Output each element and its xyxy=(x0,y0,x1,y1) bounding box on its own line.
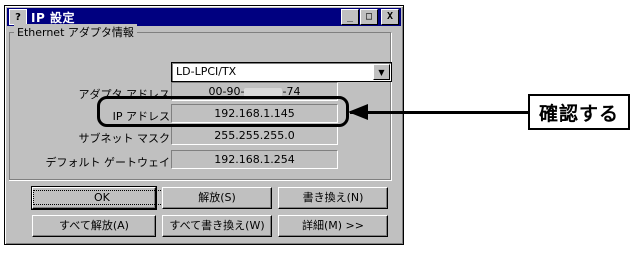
renew-all-button[interactable]: すべて書き換え(W) xyxy=(162,215,272,237)
window-controls: _ □ X xyxy=(340,9,399,25)
minimize-button[interactable]: _ xyxy=(341,9,359,25)
adapter-select[interactable]: LD-LPCI/TX ▼ xyxy=(171,62,392,82)
ok-button[interactable]: OK xyxy=(31,186,171,210)
ip-highlight-frame xyxy=(97,96,349,127)
default-gateway-label: デフォルト ゲートウェイ xyxy=(45,156,171,169)
release-button[interactable]: 解放(S) xyxy=(162,187,272,209)
subnet-mask-field: 255.255.255.0 xyxy=(171,126,338,145)
callout-label: 確認する xyxy=(528,94,630,130)
details-button[interactable]: 詳細(M) >> xyxy=(278,215,388,237)
maximize-button[interactable]: □ xyxy=(360,9,378,25)
network-help-icon: ? xyxy=(9,9,27,25)
adapter-select-value: LD-LPCI/TX xyxy=(176,65,237,78)
arrow-left-icon xyxy=(348,104,368,120)
group-label: Ethernet アダプタ情報 xyxy=(14,24,137,40)
callout-line xyxy=(350,111,530,114)
ok-button-label: OK xyxy=(33,190,171,205)
release-all-button[interactable]: すべて解放(A) xyxy=(32,215,156,237)
divider xyxy=(9,179,390,181)
default-gateway-field: 192.168.1.254 xyxy=(171,150,338,169)
renew-button[interactable]: 書き換え(N) xyxy=(278,187,388,209)
subnet-mask-label: サブネット マスク xyxy=(78,132,171,145)
chevron-down-icon[interactable]: ▼ xyxy=(373,64,390,80)
window-title: IP 設定 xyxy=(31,10,75,25)
close-button[interactable]: X xyxy=(381,9,399,25)
